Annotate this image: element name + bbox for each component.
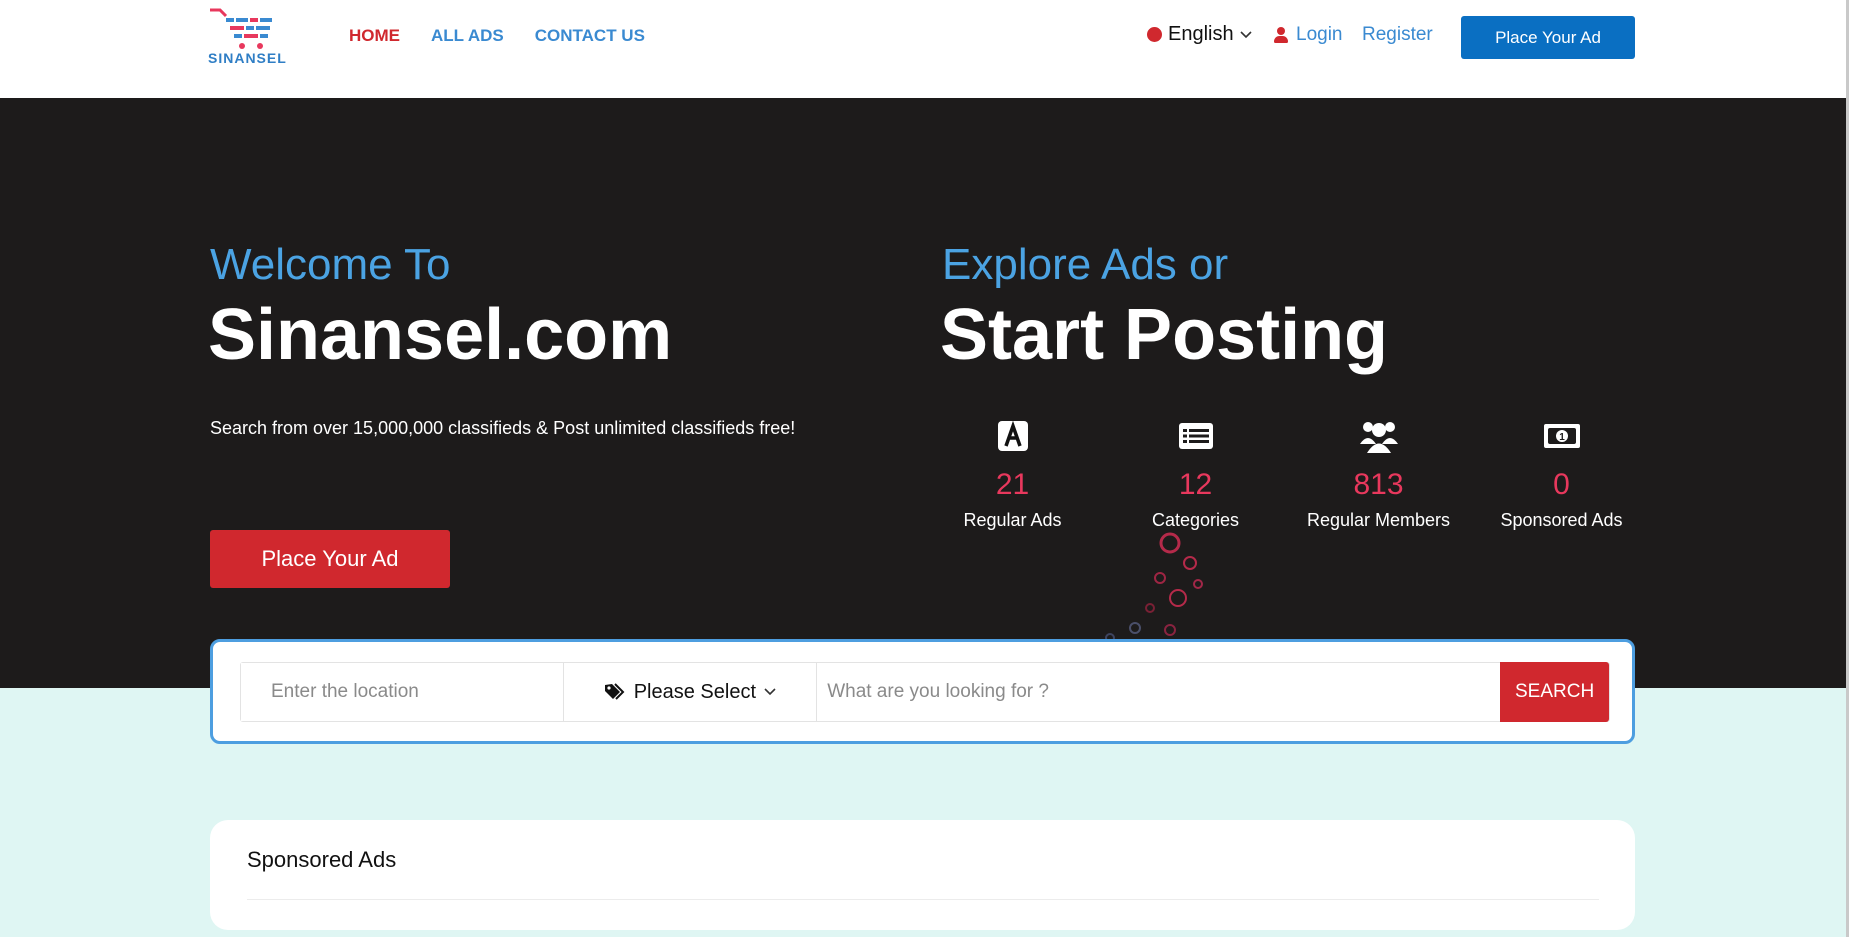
stat-label: Categories xyxy=(1151,510,1240,530)
stat-value: 12 xyxy=(1178,468,1213,501)
ads-icon xyxy=(997,420,1028,451)
nav-home[interactable]: HOME xyxy=(349,26,400,46)
divider xyxy=(247,899,1599,900)
place-ad-hero-button[interactable]: Place Your Ad xyxy=(210,530,450,588)
language-selector[interactable]: English xyxy=(1147,23,1252,46)
language-label: English xyxy=(1168,23,1234,45)
search-button[interactable]: SEARCH xyxy=(1500,662,1609,722)
user-icon xyxy=(1274,27,1288,43)
category-select[interactable]: Please Select xyxy=(564,663,818,721)
users-icon xyxy=(1359,422,1398,453)
nav-all-ads[interactable]: ALL ADS xyxy=(431,26,504,46)
money-icon: 1 xyxy=(1543,424,1580,448)
place-ad-header-button[interactable]: Place Your Ad xyxy=(1461,16,1635,59)
stat-label: Sponsored Ads xyxy=(1500,510,1623,530)
location-input[interactable] xyxy=(241,663,564,721)
chevron-down-icon xyxy=(1240,30,1252,38)
stats-row: 21 Regular Ads 12 Categories 813 Regular… xyxy=(921,416,1653,531)
logo-text[interactable]: SINANSEL xyxy=(208,50,287,66)
stat-value: 21 xyxy=(995,468,1030,501)
sponsored-ads-title: Sponsored Ads xyxy=(247,847,397,872)
site-name-heading: Sinansel.com xyxy=(208,295,673,375)
login-label: Login xyxy=(1296,24,1343,45)
site-header: SINANSEL HOME ALL ADS CONTACT US English… xyxy=(0,0,1849,98)
stat-label: Regular Members xyxy=(1306,510,1451,530)
stat-regular-members: 813 Regular Members xyxy=(1287,416,1470,531)
explore-heading: Explore Ads or xyxy=(942,240,1229,289)
start-posting-heading: Start Posting xyxy=(940,295,1389,375)
stat-sponsored-ads: 1 0 Sponsored Ads xyxy=(1470,416,1653,531)
chevron-down-icon xyxy=(764,688,776,696)
category-select-value: Please Select xyxy=(633,680,757,703)
tags-icon xyxy=(604,683,625,700)
hero-tagline: Search from over 15,000,000 classifieds … xyxy=(210,418,796,438)
stat-regular-ads: 21 Regular Ads xyxy=(921,416,1104,531)
stat-label: Regular Ads xyxy=(963,510,1062,530)
list-icon xyxy=(1178,423,1213,449)
globe-icon xyxy=(1147,27,1162,42)
stat-value: 813 xyxy=(1353,468,1404,501)
main-nav: HOME ALL ADS CONTACT US xyxy=(349,26,645,46)
register-link[interactable]: Register xyxy=(1362,24,1433,46)
login-link[interactable]: Login xyxy=(1274,24,1343,46)
stat-value: 0 xyxy=(1553,468,1570,501)
sponsored-ads-section: Sponsored Ads xyxy=(210,820,1635,930)
svg-text:1: 1 xyxy=(1559,432,1565,443)
search-form: Please Select SEARCH xyxy=(240,662,1610,722)
nav-contact-us[interactable]: CONTACT US xyxy=(535,26,645,46)
keyword-input[interactable] xyxy=(817,663,1501,721)
stat-categories: 12 Categories xyxy=(1104,416,1287,531)
hero-section: Welcome To Sinansel.com Search from over… xyxy=(0,98,1849,688)
welcome-heading: Welcome To xyxy=(210,240,451,289)
search-panel: Please Select SEARCH xyxy=(210,639,1635,744)
